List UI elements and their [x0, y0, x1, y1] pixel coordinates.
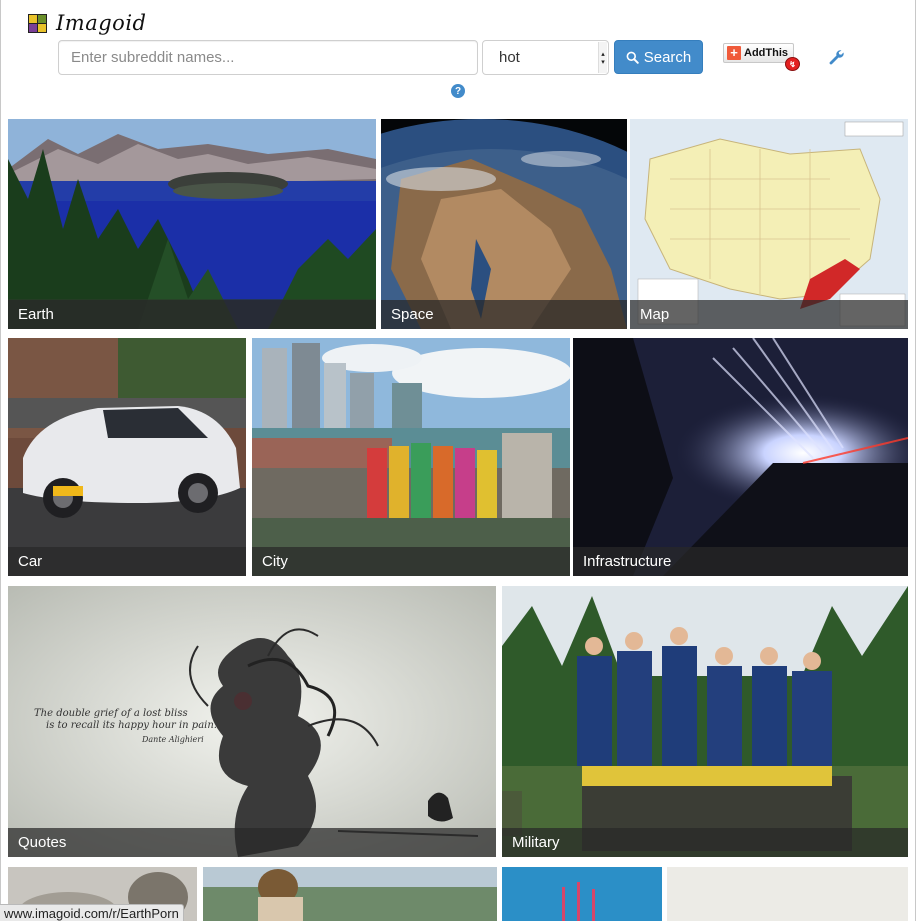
search-icon — [626, 51, 639, 64]
car-image — [8, 338, 246, 576]
military-image — [502, 586, 908, 857]
tile-caption: Car — [8, 547, 246, 576]
addthis-share-button[interactable]: + AddThis — [723, 43, 794, 63]
city-image — [252, 338, 570, 576]
category-tile-row4-3[interactable] — [502, 867, 662, 921]
map-image — [630, 119, 908, 329]
category-tile-quotes[interactable]: The double grief of a lost bliss is to r… — [8, 586, 496, 857]
category-tile-row4-4[interactable] — [667, 867, 908, 921]
category-tile-earth[interactable]: Earth — [8, 119, 376, 329]
tile-caption: Earth — [8, 300, 376, 329]
category-tile-infrastructure[interactable]: Infrastructure — [573, 338, 908, 576]
tile-caption: Space — [381, 300, 627, 329]
addthis-label: AddThis — [744, 47, 788, 59]
earth-image — [8, 119, 376, 329]
search-button[interactable]: Search — [614, 40, 703, 74]
subreddit-search-input[interactable] — [58, 40, 478, 75]
quote-text: The double grief of a lost bliss is to r… — [34, 708, 217, 744]
search-button-label: Search — [643, 48, 692, 66]
window-border-left — [0, 0, 1, 921]
tile-caption: Map — [630, 300, 908, 329]
sort-selected-value: hot — [499, 49, 520, 66]
select-arrows-icon: ▴ ▾ — [598, 42, 607, 73]
addthis-badge-icon: ↯ — [785, 57, 800, 71]
category-tile-city[interactable]: City — [252, 338, 570, 576]
tile-caption: Quotes — [8, 828, 496, 857]
category-tile-car[interactable]: Car — [8, 338, 246, 576]
logo-icon — [28, 13, 47, 33]
tile-caption: City — [252, 547, 570, 576]
tile-image — [502, 867, 662, 921]
browser-status-bar: www.imagoid.com/r/EarthPorn — [0, 904, 184, 921]
category-tile-row4-2[interactable] — [203, 867, 497, 921]
help-icon[interactable]: ? — [451, 84, 465, 98]
category-tile-map[interactable]: Map — [630, 119, 908, 329]
site-name: Imagoid — [56, 11, 147, 35]
tile-caption: Infrastructure — [573, 547, 908, 576]
category-tile-space[interactable]: Space — [381, 119, 627, 329]
infrastructure-image — [573, 338, 908, 576]
plus-icon: + — [727, 46, 741, 60]
wrench-icon[interactable] — [827, 48, 845, 66]
sort-select[interactable]: hot ▴ ▾ — [482, 40, 609, 75]
space-image — [381, 119, 627, 329]
tile-image — [667, 867, 908, 921]
category-tile-military[interactable]: Military — [502, 586, 908, 857]
site-logo[interactable]: Imagoid — [28, 11, 146, 35]
status-bar-url: www.imagoid.com/r/EarthPorn — [4, 905, 179, 921]
tile-caption: Military — [502, 828, 908, 857]
tile-image — [203, 867, 497, 921]
